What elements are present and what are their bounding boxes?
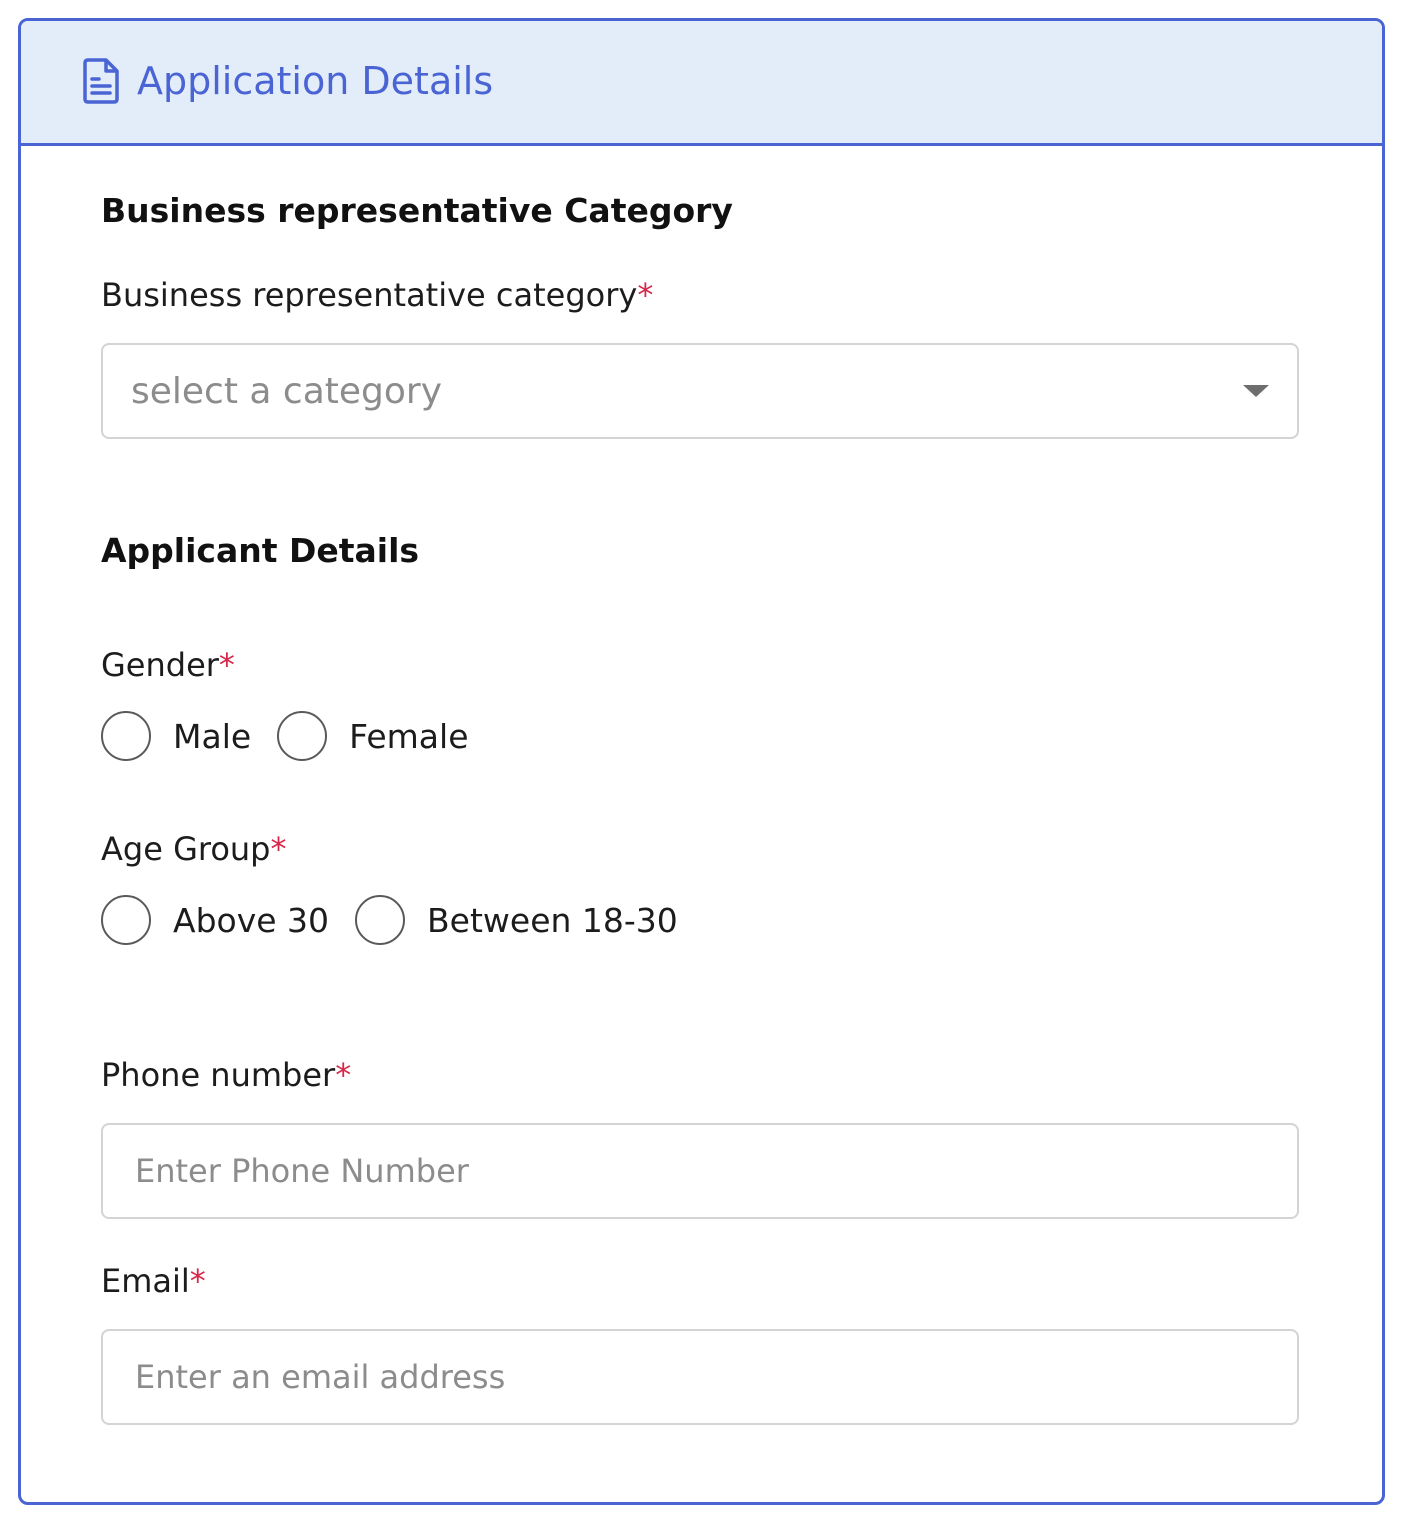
required-mark: * <box>189 1262 206 1300</box>
radio-label: Above 30 <box>173 900 330 940</box>
application-details-card: Application Details Business representat… <box>18 18 1385 1505</box>
radio-label: Between 18-30 <box>427 900 678 940</box>
applicant-section-title: Applicant Details <box>101 531 420 570</box>
category-select[interactable]: select a category <box>101 343 1299 439</box>
required-mark: * <box>637 276 654 314</box>
card-header: Application Details <box>21 21 1382 146</box>
category-select-placeholder: select a category <box>131 371 443 412</box>
gender-field-label: Gender* <box>101 645 235 685</box>
radio-button[interactable] <box>277 711 328 761</box>
gender-radio-group: Male Female <box>101 709 495 763</box>
gender-option-male[interactable]: Male <box>101 711 251 761</box>
age-group-field-label: Age Group* <box>101 829 286 869</box>
document-icon <box>83 58 119 104</box>
page-title: Application Details <box>137 59 494 103</box>
radio-label: Female <box>349 716 469 756</box>
age-group-label-text: Age Group <box>101 830 271 868</box>
radio-button[interactable] <box>101 895 151 945</box>
radio-label: Male <box>173 716 252 756</box>
radio-button[interactable] <box>101 711 151 761</box>
category-section-title: Business representative Category <box>101 191 733 230</box>
chevron-down-icon <box>1243 385 1269 397</box>
category-label-text: Business representative category <box>101 276 638 314</box>
gender-label-text: Gender <box>101 646 219 684</box>
required-mark: * <box>218 646 235 684</box>
email-label-text: Email <box>101 1262 190 1300</box>
age-option-above-30[interactable]: Above 30 <box>101 895 329 945</box>
phone-field-label: Phone number* <box>101 1055 351 1095</box>
required-mark: * <box>335 1056 352 1094</box>
required-mark: * <box>270 830 287 868</box>
email-field-label: Email* <box>101 1261 206 1301</box>
age-option-between-18-30[interactable]: Between 18-30 <box>355 895 678 945</box>
age-group-radio-group: Above 30 Between 18-30 <box>101 893 704 947</box>
phone-input[interactable] <box>101 1123 1299 1219</box>
category-field-label: Business representative category* <box>101 275 653 315</box>
email-input[interactable] <box>101 1329 1299 1425</box>
phone-label-text: Phone number <box>101 1056 336 1094</box>
radio-button[interactable] <box>355 895 406 945</box>
gender-option-female[interactable]: Female <box>277 711 469 761</box>
